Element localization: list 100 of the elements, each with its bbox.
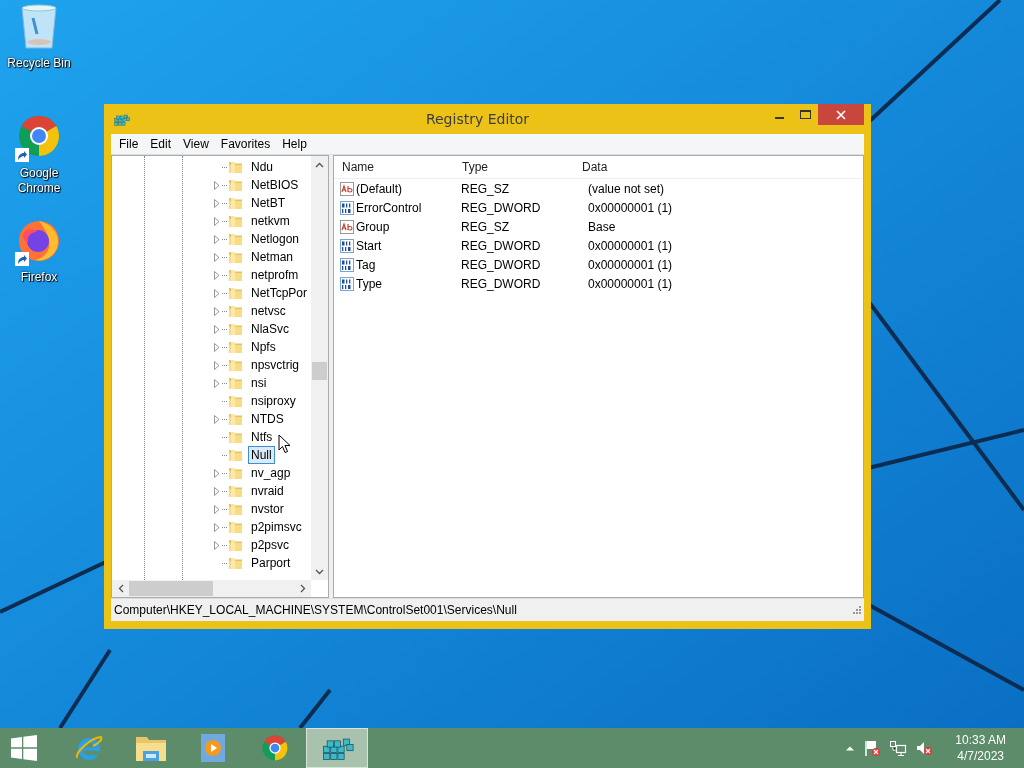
- show-hidden-icons-icon[interactable]: [845, 745, 856, 751]
- folder-icon: [228, 250, 243, 264]
- tree-item[interactable]: nvraid: [248, 482, 287, 500]
- chrome-icon: [260, 733, 290, 763]
- value-name[interactable]: Group: [356, 219, 390, 234]
- tree-item[interactable]: p2psvc: [248, 536, 293, 554]
- scroll-thumb[interactable]: [312, 362, 327, 380]
- column-header[interactable]: Data: [574, 160, 608, 174]
- value-type: REG_DWORD: [460, 200, 542, 215]
- mouse-pointer-icon: [278, 434, 291, 454]
- shortcut-arrow-icon: [15, 252, 29, 266]
- menu-item[interactable]: File: [113, 137, 145, 151]
- menu-item[interactable]: View: [177, 137, 215, 151]
- string-value-icon: [340, 219, 354, 234]
- tree-item[interactable]: NetBT: [248, 194, 288, 212]
- folder-icon: [228, 376, 243, 390]
- folder-icon: [228, 448, 243, 462]
- tree-item[interactable]: nsiproxy: [248, 392, 299, 410]
- value-type: REG_SZ: [460, 181, 510, 196]
- value-name[interactable]: (Default): [356, 181, 402, 196]
- tree-item[interactable]: nvstor: [248, 500, 287, 518]
- menu-item[interactable]: Favorites: [214, 137, 277, 151]
- expand-arrow-icon[interactable]: [214, 414, 220, 424]
- folder-icon: [228, 268, 243, 282]
- network-icon[interactable]: [889, 739, 908, 757]
- folder-icon: [228, 430, 243, 444]
- folder-icon: [228, 322, 243, 336]
- menu-item[interactable]: Edit: [144, 137, 178, 151]
- tree-item[interactable]: Netman: [248, 248, 297, 266]
- expand-arrow-icon[interactable]: [214, 468, 220, 478]
- expand-arrow-icon[interactable]: [214, 342, 220, 352]
- tree-item[interactable]: NTDS: [248, 410, 287, 428]
- recycle-bin-icon: [19, 4, 59, 50]
- tree-item[interactable]: npsvctrig: [248, 356, 303, 374]
- value-name[interactable]: ErrorControl: [356, 200, 422, 215]
- folder-icon: [228, 556, 243, 570]
- tree-item[interactable]: NlaSvc: [248, 320, 292, 338]
- horizontal-scrollbar[interactable]: [112, 580, 311, 597]
- tree-item[interactable]: netkvm: [248, 212, 293, 230]
- expand-arrow-icon[interactable]: [214, 504, 220, 514]
- expand-arrow-icon[interactable]: [214, 252, 220, 262]
- folder-icon: [228, 412, 243, 426]
- expand-arrow-icon[interactable]: [214, 288, 220, 298]
- flag-icon[interactable]: [863, 739, 882, 757]
- minimize-icon: [774, 117, 784, 119]
- value-data: 0x00000001 (1): [587, 257, 673, 272]
- tree-item[interactable]: nv_agp: [248, 464, 294, 482]
- folder-icon: [228, 358, 243, 372]
- expand-arrow-icon[interactable]: [214, 234, 220, 244]
- tree-item[interactable]: nsi: [248, 374, 270, 392]
- value-name[interactable]: Tag: [356, 257, 376, 272]
- tree-item[interactable]: Ndu: [248, 158, 276, 176]
- windows-logo-icon: [11, 735, 37, 761]
- tree-item[interactable]: Null: [248, 446, 275, 464]
- folder-icon: [228, 196, 243, 210]
- clock[interactable]: 10:33 AM 4/7/2023: [955, 732, 1006, 764]
- tree-item[interactable]: netprofm: [248, 266, 302, 284]
- expand-arrow-icon[interactable]: [214, 270, 220, 280]
- binary-value-icon: [340, 238, 354, 253]
- expand-arrow-icon[interactable]: [214, 216, 220, 226]
- folder-icon: [228, 340, 243, 354]
- value-data: (value not set): [587, 181, 665, 196]
- tree-item[interactable]: Netlogon: [248, 230, 303, 248]
- folder-icon: [228, 304, 243, 318]
- expand-arrow-icon[interactable]: [214, 540, 220, 550]
- scroll-thumb[interactable]: [129, 581, 213, 596]
- binary-value-icon: [340, 200, 354, 215]
- expand-arrow-icon[interactable]: [214, 180, 220, 190]
- close-icon: [836, 109, 846, 120]
- tree-item[interactable]: Ntfs: [248, 428, 276, 446]
- expand-arrow-icon[interactable]: [214, 522, 220, 532]
- value-type: REG_SZ: [460, 219, 510, 234]
- tree-item[interactable]: Npfs: [248, 338, 279, 356]
- clock-time: 10:33 AM: [955, 732, 1006, 748]
- value-data: 0x00000001 (1): [587, 238, 673, 253]
- tree-item[interactable]: p2pimsvc: [248, 518, 305, 536]
- shortcut-label: Recycle Bin: [6, 56, 72, 71]
- value-name[interactable]: Start: [356, 238, 382, 253]
- column-header[interactable]: Name: [334, 160, 454, 174]
- folder-icon: [228, 214, 243, 228]
- tree-item[interactable]: NetBIOS: [248, 176, 302, 194]
- expand-arrow-icon[interactable]: [214, 324, 220, 334]
- expand-arrow-icon[interactable]: [214, 198, 220, 208]
- expand-arrow-icon[interactable]: [214, 378, 220, 388]
- tree-item[interactable]: NetTcpPor: [248, 284, 311, 302]
- folder-icon: [228, 502, 243, 516]
- expand-arrow-icon[interactable]: [214, 306, 220, 316]
- menu-item[interactable]: Help: [276, 137, 313, 151]
- tree-item[interactable]: Parport: [248, 554, 294, 572]
- expand-arrow-icon[interactable]: [214, 360, 220, 370]
- value-data: 0x00000001 (1): [587, 200, 673, 215]
- value-name[interactable]: Type: [356, 276, 382, 291]
- expand-arrow-icon[interactable]: [214, 486, 220, 496]
- folder-icon: [228, 178, 243, 192]
- resize-grip-icon[interactable]: [853, 606, 861, 614]
- column-header[interactable]: Type: [454, 160, 574, 174]
- vertical-scrollbar[interactable]: [311, 156, 328, 580]
- taskbar-button[interactable]: [306, 728, 368, 768]
- tree-item[interactable]: netvsc: [248, 302, 289, 320]
- binary-value-icon: [340, 257, 354, 272]
